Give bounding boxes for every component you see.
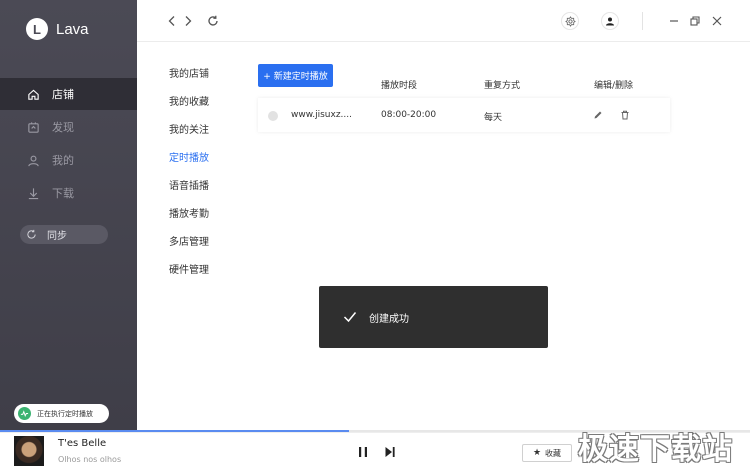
close-icon xyxy=(712,16,722,26)
row-select-radio[interactable] xyxy=(268,111,278,121)
sync-button[interactable]: 同步 xyxy=(20,225,108,244)
edit-button[interactable] xyxy=(592,109,604,121)
subnav-hardware[interactable]: 硬件管理 xyxy=(169,264,209,292)
success-toast: 创建成功 xyxy=(319,286,548,348)
next-button[interactable] xyxy=(383,445,397,459)
sidebar-item-store[interactable]: 店铺 xyxy=(0,78,137,110)
delete-button[interactable] xyxy=(619,109,631,121)
logo-mark: L xyxy=(26,18,48,40)
trash-icon xyxy=(621,110,629,120)
gear-icon xyxy=(561,12,579,30)
subnav-my-favorites[interactable]: 我的收藏 xyxy=(169,96,209,124)
subnav-my-store[interactable]: 我的店铺 xyxy=(169,68,209,96)
column-header-repeat: 重复方式 xyxy=(484,81,521,91)
album-cover xyxy=(14,436,44,466)
logo-text: Lava xyxy=(56,20,89,38)
sidebar-item-label: 发现 xyxy=(52,121,74,134)
table-row: www.jisuxz.... 08:00-20:00 每天 xyxy=(258,98,670,132)
subnav-play-attendance[interactable]: 播放考勤 xyxy=(169,208,209,236)
minimize-button[interactable] xyxy=(665,12,683,30)
download-icon xyxy=(26,186,40,200)
forward-button[interactable] xyxy=(179,12,197,30)
refresh-button[interactable] xyxy=(204,12,222,30)
row-name: www.jisuxz.... xyxy=(291,110,353,120)
skip-next-icon xyxy=(385,447,395,457)
subnav-scheduled-play[interactable]: 定时播放 xyxy=(169,152,209,180)
close-button[interactable] xyxy=(708,12,726,30)
settings-button[interactable] xyxy=(561,12,579,30)
logo: L Lava xyxy=(26,18,89,40)
check-icon xyxy=(343,311,357,323)
discover-icon xyxy=(26,120,40,134)
sidebar-item-mine[interactable]: 我的 xyxy=(0,144,137,176)
chevron-left-icon xyxy=(168,16,175,26)
sidebar-item-label: 店铺 xyxy=(52,88,74,101)
song-artist: Olhos nos olhos xyxy=(58,455,122,464)
sidebar-item-label: 下载 xyxy=(52,187,74,200)
user-icon xyxy=(26,153,40,167)
column-header-time: 播放时段 xyxy=(381,81,418,91)
watermark: 极速下载站 xyxy=(578,432,733,467)
top-bar xyxy=(137,0,750,42)
subnav-multi-store[interactable]: 多店管理 xyxy=(169,236,209,264)
running-label: 正在执行定时播放 xyxy=(37,409,93,418)
restore-icon xyxy=(690,16,700,26)
pulse-icon xyxy=(18,407,31,420)
toolbar-divider xyxy=(642,12,643,30)
account-button[interactable] xyxy=(601,12,619,30)
sidebar-item-download[interactable]: 下载 xyxy=(0,177,137,209)
toast-message: 创建成功 xyxy=(369,313,409,325)
subnav-voice-insert[interactable]: 语音插播 xyxy=(169,180,209,208)
restore-button[interactable] xyxy=(686,12,704,30)
sidebar-item-label: 我的 xyxy=(52,154,74,167)
chevron-right-icon xyxy=(185,16,192,26)
subnav-my-follows[interactable]: 我的关注 xyxy=(169,124,209,152)
refresh-icon xyxy=(208,15,218,26)
pause-icon xyxy=(359,447,367,457)
sidebar: L Lava 店铺 发现 我的 下载 同步 正在执行定时播放 xyxy=(0,0,137,430)
minimize-icon xyxy=(670,20,678,22)
pencil-icon xyxy=(594,111,602,119)
column-header-actions: 编辑/删除 xyxy=(594,81,634,91)
row-repeat: 每天 xyxy=(484,113,503,123)
home-icon xyxy=(26,87,40,101)
favorite-label: 收藏 xyxy=(545,448,562,458)
sidebar-item-discover[interactable]: 发现 xyxy=(0,111,137,143)
running-schedule-badge[interactable]: 正在执行定时播放 xyxy=(14,404,109,423)
user-avatar-icon xyxy=(601,12,619,30)
sync-label: 同步 xyxy=(47,231,67,242)
pause-button[interactable] xyxy=(356,445,370,459)
row-time: 08:00-20:00 xyxy=(381,110,437,120)
new-schedule-button[interactable]: + 新建定时播放 xyxy=(258,64,333,87)
star-icon: ★ xyxy=(532,448,542,458)
store-subnav: 我的店铺 我的收藏 我的关注 定时播放 语音插播 播放考勤 多店管理 硬件管理 xyxy=(169,68,209,292)
favorite-button[interactable]: ★ 收藏 xyxy=(522,444,572,462)
song-title: T'es Belle xyxy=(58,438,107,449)
sync-icon xyxy=(26,229,37,240)
